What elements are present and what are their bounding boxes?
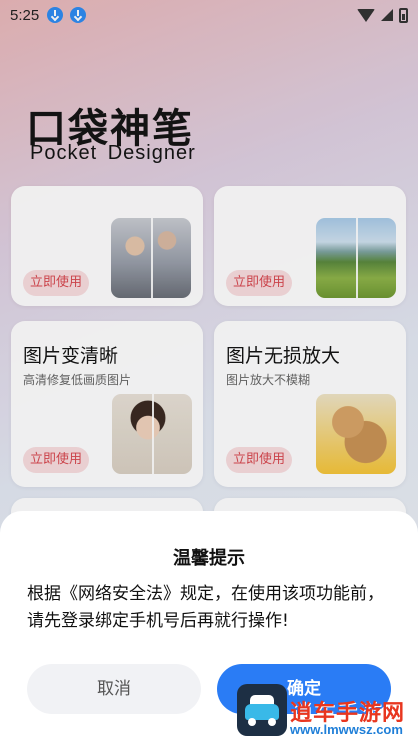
watermark-url: www.lmwwsz.com	[290, 722, 403, 737]
car-wheel	[268, 718, 276, 726]
watermark-logo	[237, 684, 287, 736]
dialog-title: 温馨提示	[173, 548, 245, 569]
car-wheel	[248, 718, 256, 726]
dialog-message: 根据《网络安全法》规定，在使用该项功能前，请先登录绑定手机号后再就行操作!	[27, 584, 384, 631]
cancel-button[interactable]: 取消	[27, 664, 201, 714]
